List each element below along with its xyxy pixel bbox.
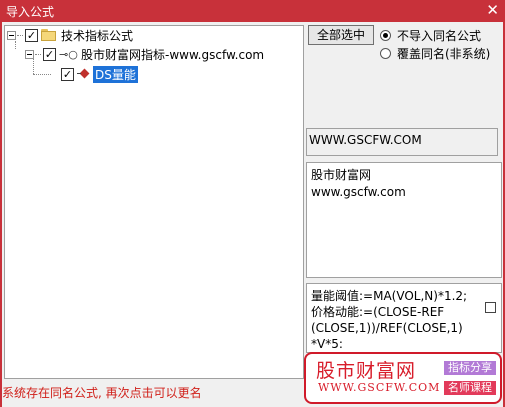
tree-node-root-label: 技术指标公式 bbox=[61, 28, 134, 43]
watermark-badge: 名师课程 bbox=[444, 381, 496, 395]
radio-overwrite[interactable]: 覆盖同名(非系统) bbox=[380, 45, 490, 62]
close-icon[interactable]: ✕ bbox=[486, 1, 499, 19]
watermark-en: WWW.GSCFW.COM bbox=[318, 381, 441, 394]
code-line: *V*5: bbox=[311, 337, 343, 351]
formula-code-box[interactable]: 量能阈值:=MA(VOL,N)*1.2; 价格动能:=(CLOSE-REF (C… bbox=[306, 283, 502, 353]
code-line: 量能阈值:=MA(VOL,N)*1.2; bbox=[311, 289, 468, 303]
tree-node-group[interactable]: ✓ ⊸○ 股市财富网指标-www.gscfw.com bbox=[25, 46, 264, 62]
radio-overwrite-label: 覆盖同名(非系统) bbox=[397, 47, 491, 61]
code-line: 价格动能:=(CLOSE-REF bbox=[311, 305, 445, 319]
tree-line bbox=[33, 74, 51, 75]
window-title: 导入公式 bbox=[6, 5, 55, 19]
radio-button[interactable] bbox=[380, 48, 391, 59]
description-line: www.gscfw.com bbox=[311, 185, 406, 199]
window-frame-left bbox=[0, 22, 2, 407]
radio-skip-label: 不导入同名公式 bbox=[397, 29, 482, 43]
root-checkbox[interactable]: ✓ bbox=[25, 28, 38, 42]
collapse-icon[interactable] bbox=[25, 49, 34, 59]
key-icon: ⊸○ bbox=[59, 47, 78, 61]
tree-node-root[interactable]: ✓ 技术指标公式 bbox=[7, 27, 133, 43]
folder-icon bbox=[41, 29, 57, 41]
code-line: (CLOSE,1))/REF(CLOSE,1) bbox=[311, 321, 463, 335]
tree-node-item-label[interactable]: DS量能 bbox=[93, 65, 138, 83]
title-bar: 导入公式 ✕ bbox=[0, 0, 505, 22]
group-checkbox[interactable]: ✓ bbox=[43, 47, 56, 61]
description-box: 股市财富网 www.gscfw.com bbox=[306, 162, 502, 278]
site-field: WWW.GSCFW.COM bbox=[306, 128, 498, 156]
code-checkbox[interactable] bbox=[485, 302, 496, 313]
formula-tree[interactable]: ✓ 技术指标公式 ✓ ⊸○ 股市财富网指标-www.gscfw.com ✓ DS… bbox=[4, 25, 304, 379]
select-all-button[interactable]: 全部选中 bbox=[308, 25, 374, 45]
watermark-cn: 股市财富网 bbox=[316, 360, 417, 382]
tree-node-group-label: 股市财富网指标-www.gscfw.com bbox=[81, 47, 265, 62]
description-line: 股市财富网 bbox=[311, 168, 372, 182]
site-watermark: 股市财富网 WWW.GSCFW.COM 指标分享 名师课程 bbox=[304, 352, 502, 404]
watermark-badge: 指标分享 bbox=[444, 361, 496, 375]
status-message: 系统存在同名公式, 再次点击可以更名 bbox=[2, 386, 202, 400]
item-checkbox[interactable]: ✓ bbox=[61, 67, 74, 81]
formula-icon bbox=[77, 67, 91, 81]
collapse-icon[interactable] bbox=[7, 30, 16, 40]
radio-skip-duplicates[interactable]: 不导入同名公式 bbox=[380, 27, 481, 44]
tree-node-item[interactable]: ✓ DS量能 bbox=[61, 65, 138, 83]
radio-button[interactable] bbox=[380, 30, 391, 41]
